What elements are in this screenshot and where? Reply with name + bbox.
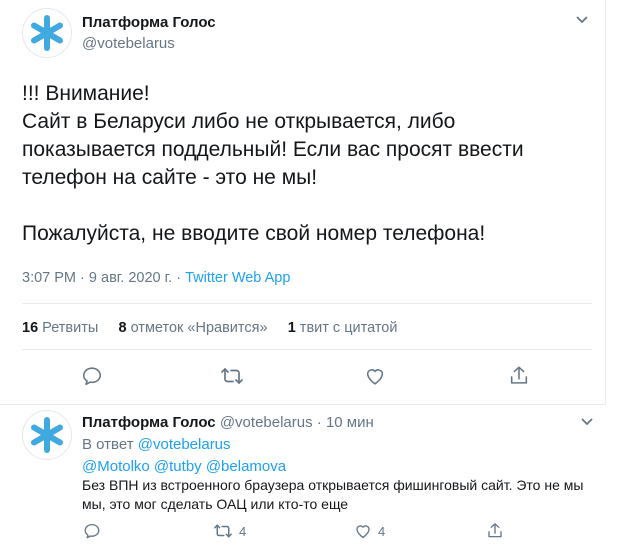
share-icon (510, 366, 528, 384)
tweet-line: !!! Внимание! (22, 82, 150, 105)
like-count: 4 (378, 523, 386, 539)
retweet-icon (221, 368, 243, 384)
likes-stat[interactable]: 8 отметок «Нравится» (118, 320, 271, 336)
reply-prefix: В ответ (82, 436, 134, 453)
retweet-count: 4 (239, 523, 247, 539)
divider (22, 349, 592, 350)
like-button[interactable]: 4 (354, 522, 385, 540)
share-button[interactable] (508, 365, 530, 387)
tweet-time[interactable]: 3:07 PM (22, 270, 76, 286)
quotes-count: 1 (287, 320, 296, 336)
like-button[interactable] (364, 365, 386, 387)
reply-header: Платформа Голос @votebelarus · 10 мин (82, 414, 374, 431)
meta-separator: · (176, 270, 182, 286)
tweet-line: Сайт в Беларуси либо не открывается, либ… (22, 110, 456, 133)
tweet-line: телефон на сайте - это не мы! (22, 166, 318, 189)
tweet-line: показывается поддельный! Если вас просят… (22, 138, 524, 161)
share-button[interactable] (486, 522, 504, 540)
reply-actions: 4 4 (0, 522, 606, 542)
reply-icon (82, 367, 102, 386)
retweets-label: Ретвиты (42, 320, 99, 336)
chevron-down-icon[interactable] (575, 14, 589, 28)
mentions[interactable]: @Motolko @tutby @belamova (82, 458, 286, 475)
reply-button[interactable] (83, 522, 101, 540)
avatar[interactable] (22, 410, 72, 460)
reply-context: В ответ @votebelarus (82, 436, 231, 453)
retweet-button[interactable]: 4 (213, 522, 246, 540)
reply-icon (84, 523, 100, 539)
tweet-body: !!! Внимание! Сайт в Беларуси либо не от… (22, 80, 592, 248)
like-icon (356, 525, 370, 539)
tweet-actions (0, 365, 606, 389)
retweets-stat[interactable]: 16 Ретвиты (22, 320, 102, 336)
retweet-button[interactable] (220, 365, 244, 387)
quotes-stat[interactable]: 1 твит с цитатой (288, 320, 398, 336)
reply-body: Без ВПН из встроенного браузера открывае… (82, 477, 584, 512)
author-handle[interactable]: @votebelarus (220, 414, 313, 431)
tweet-meta: 3:07 PM · 9 авг. 2020 г. · Twitter Web A… (22, 270, 290, 286)
divider (22, 303, 592, 304)
tweet-time[interactable]: 10 мин (326, 414, 374, 431)
meta-separator: · (316, 414, 322, 431)
star-logo-icon (31, 15, 63, 51)
avatar[interactable] (22, 8, 72, 58)
like-icon (366, 369, 384, 385)
tweet-date[interactable]: 9 авг. 2020 г. (89, 270, 172, 286)
likes-count: 8 (118, 320, 127, 336)
meta-separator: · (80, 270, 85, 286)
main-tweet: Платформа Голос @votebelarus !!! Внимани… (0, 0, 606, 404)
star-logo-icon (31, 417, 63, 453)
author-name[interactable]: Платформа Голос (82, 14, 216, 31)
author-name[interactable]: Платформа Голос (82, 414, 216, 431)
divider (0, 404, 606, 405)
reply-to-link[interactable]: @votebelarus (138, 436, 231, 453)
tweet-line: Пожалуйста, не вводите свой номер телефо… (22, 222, 486, 245)
retweets-count: 16 (22, 320, 39, 336)
quotes-label: твит с цитатой (299, 320, 398, 336)
retweet-icon (214, 524, 232, 538)
reply-button[interactable] (81, 365, 103, 387)
share-icon (488, 523, 502, 538)
chevron-down-icon[interactable] (580, 416, 594, 430)
tweet-source-app[interactable]: Twitter Web App (185, 270, 290, 286)
likes-label: отметок «Нравится» (130, 320, 268, 336)
engagement-stats: 16 Ретвиты 8 отметок «Нравится» 1 твит с… (22, 320, 397, 336)
author-handle[interactable]: @votebelarus (82, 35, 175, 52)
